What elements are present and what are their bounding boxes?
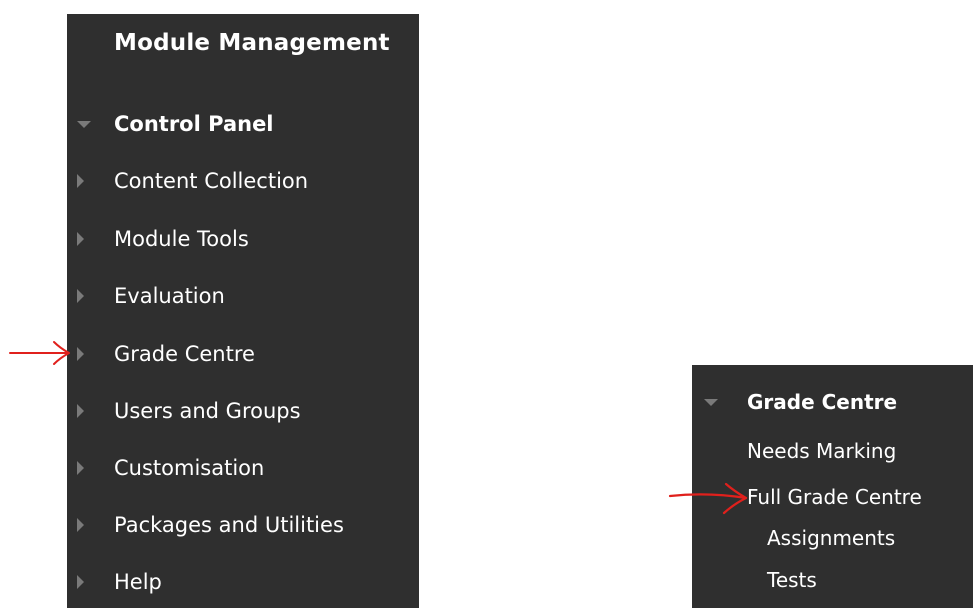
menu-item-label: Module Tools <box>114 227 249 251</box>
red-arrow-icon <box>668 482 748 515</box>
menu-item-assignments[interactable]: Assignments <box>692 520 973 556</box>
control-panel-label: Control Panel <box>114 112 274 136</box>
menu-item-packages-and-utilities[interactable]: Packages and Utilities <box>67 505 419 545</box>
canvas: Module Management Control Panel Content … <box>0 0 973 608</box>
menu-item-label: Help <box>114 570 162 594</box>
triangle-right-icon <box>77 232 84 246</box>
menu-item-content-collection[interactable]: Content Collection <box>67 161 419 201</box>
menu-item-help[interactable]: Help <box>67 562 419 602</box>
menu-item-label: Tests <box>767 568 817 592</box>
menu-item-label: Customisation <box>114 456 265 480</box>
menu-item-label: Grade Centre <box>114 342 255 366</box>
menu-item-label: Full Grade Centre <box>747 485 922 509</box>
menu-item-users-and-groups[interactable]: Users and Groups <box>67 391 419 431</box>
grade-centre-header-label: Grade Centre <box>747 390 898 414</box>
module-management-panel: Module Management Control Panel Content … <box>67 14 419 608</box>
menu-item-tests[interactable]: Tests <box>692 562 973 598</box>
menu-item-needs-marking[interactable]: Needs Marking <box>692 433 973 469</box>
grade-centre-header[interactable]: Grade Centre <box>692 384 973 420</box>
menu-item-evaluation[interactable]: Evaluation <box>67 276 419 316</box>
menu-item-customisation[interactable]: Customisation <box>67 448 419 488</box>
triangle-right-icon <box>77 404 84 418</box>
menu-item-grade-centre[interactable]: Grade Centre <box>67 334 419 374</box>
triangle-right-icon <box>77 347 84 361</box>
triangle-right-icon <box>77 461 84 475</box>
triangle-right-icon <box>77 575 84 589</box>
triangle-right-icon <box>77 174 84 188</box>
menu-item-label: Packages and Utilities <box>114 513 344 537</box>
triangle-right-icon <box>77 518 84 532</box>
module-management-title: Module Management <box>114 30 390 56</box>
menu-item-module-tools[interactable]: Module Tools <box>67 219 419 259</box>
triangle-down-icon <box>77 121 91 128</box>
menu-item-label: Users and Groups <box>114 399 301 423</box>
triangle-down-icon <box>704 399 718 406</box>
triangle-right-icon <box>77 289 84 303</box>
red-arrow-icon <box>9 341 70 365</box>
control-panel-header[interactable]: Control Panel <box>67 104 419 144</box>
menu-item-label: Needs Marking <box>747 439 897 463</box>
menu-item-label: Content Collection <box>114 169 309 193</box>
menu-item-label: Evaluation <box>114 284 225 308</box>
menu-item-label: Assignments <box>767 526 896 550</box>
